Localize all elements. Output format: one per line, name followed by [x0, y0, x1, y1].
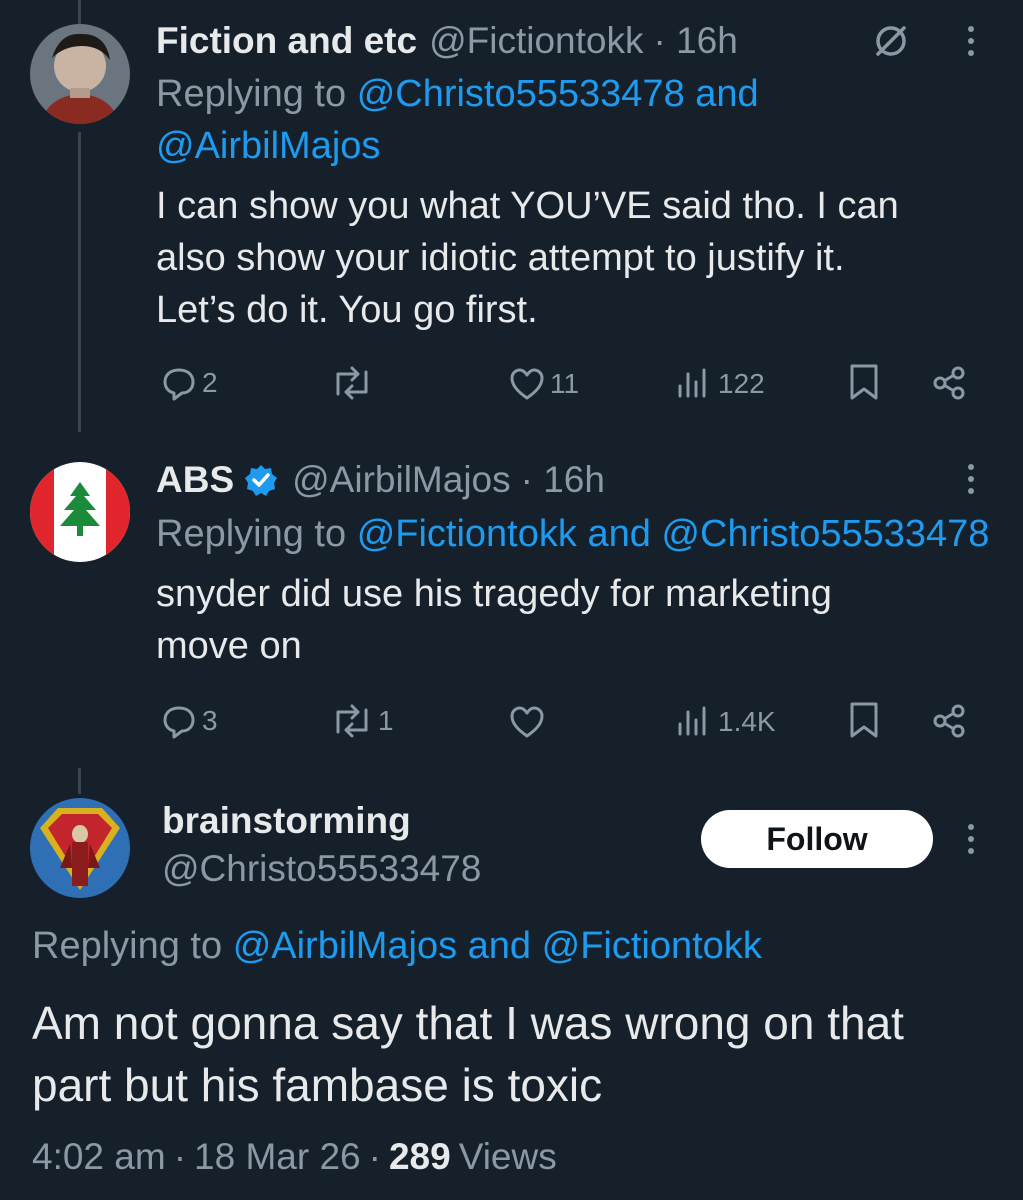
like-icon — [510, 368, 544, 400]
avatar-abs[interactable] — [30, 462, 130, 562]
repost-button[interactable]: 1 — [330, 702, 394, 740]
replying-to-1-cont: @AirbilMajos — [156, 120, 380, 172]
views-icon — [678, 368, 706, 398]
thread-line-2 — [78, 768, 81, 794]
views-label: Views — [458, 1136, 557, 1177]
tweet-time[interactable]: · 16h — [653, 20, 737, 62]
reply-button[interactable]: 3 — [160, 702, 218, 740]
tweet-2-header: ABS @AirbilMajos · 16h — [156, 456, 605, 504]
tweet-timestamp[interactable]: 4:02 am — [32, 1136, 166, 1178]
tweet-time[interactable]: · 16h — [521, 459, 605, 501]
share-icon — [933, 704, 965, 738]
bookmark-icon — [850, 364, 878, 400]
views-button[interactable]: 122 — [676, 366, 765, 402]
reply-icon — [163, 706, 195, 739]
tweet-text: I can show you what YOU’VE said tho. I c… — [156, 185, 899, 331]
tweet-text: snyder did use his tragedy for marketing… — [156, 573, 832, 667]
share-button[interactable] — [930, 364, 968, 402]
tweet-1-header: Fiction and etc @Fictiontokk · 16h — [156, 18, 738, 64]
bookmark-button[interactable] — [848, 362, 880, 402]
repost-button[interactable] — [330, 364, 378, 402]
main-author-handle[interactable]: @Christo55533478 — [162, 846, 481, 892]
author-handle[interactable]: @AirbilMajos — [292, 459, 511, 501]
replying-to-1: Replying to @Christo55533478 and — [156, 73, 759, 115]
follow-button[interactable]: Follow — [701, 810, 933, 868]
more-icon[interactable] — [968, 824, 974, 854]
bookmark-icon — [850, 702, 878, 738]
views-icon — [678, 706, 706, 736]
mention-link[interactable]: @Fictiontokk — [542, 925, 762, 967]
mention-link[interactable]: @Christo55533478 — [661, 513, 989, 555]
like-icon — [510, 706, 544, 738]
mention-link[interactable]: @AirbilMajos — [156, 125, 380, 167]
views-button[interactable]: 1.4K — [676, 704, 776, 740]
more-icon[interactable] — [968, 26, 974, 56]
author-handle[interactable]: @Fictiontokk — [429, 20, 643, 62]
avatar-fiction[interactable] — [30, 24, 130, 124]
grok-icon[interactable] — [872, 22, 910, 65]
avatar-brainstorming[interactable] — [30, 798, 130, 898]
repost-icon — [336, 366, 368, 400]
views-count: 289 — [388, 1136, 451, 1177]
mention-link[interactable]: @AirbilMajos — [233, 925, 457, 967]
tweet-meta: 4:02 am · 18 Mar 26 · 289 Views — [32, 1136, 557, 1178]
replying-to-2: Replying to @Fictiontokk and @Christo555… — [156, 513, 990, 555]
like-button[interactable]: 11 — [508, 366, 579, 402]
mention-link[interactable]: @Christo55533478 — [357, 73, 685, 115]
reply-icon — [163, 368, 195, 401]
repost-icon — [336, 704, 368, 738]
replying-to-main: Replying to @AirbilMajos and @Fictiontok… — [32, 925, 762, 967]
share-button[interactable] — [930, 702, 968, 740]
verified-badge-icon — [244, 463, 278, 497]
thread-line-1 — [78, 132, 81, 432]
author-name[interactable]: Fiction and etc — [156, 20, 417, 62]
like-button[interactable] — [508, 704, 550, 740]
main-tweet-text: Am not gonna say that I was wrong on tha… — [32, 997, 904, 1111]
tweet-date[interactable]: 18 Mar 26 — [194, 1136, 361, 1178]
reply-button[interactable]: 2 — [160, 364, 218, 402]
more-icon[interactable] — [968, 464, 974, 494]
share-icon — [933, 366, 965, 400]
author-name[interactable]: ABS — [156, 459, 234, 501]
bookmark-button[interactable] — [848, 700, 880, 740]
main-author-name[interactable]: brainstorming — [162, 798, 411, 844]
mention-link[interactable]: @Fictiontokk — [357, 513, 577, 555]
